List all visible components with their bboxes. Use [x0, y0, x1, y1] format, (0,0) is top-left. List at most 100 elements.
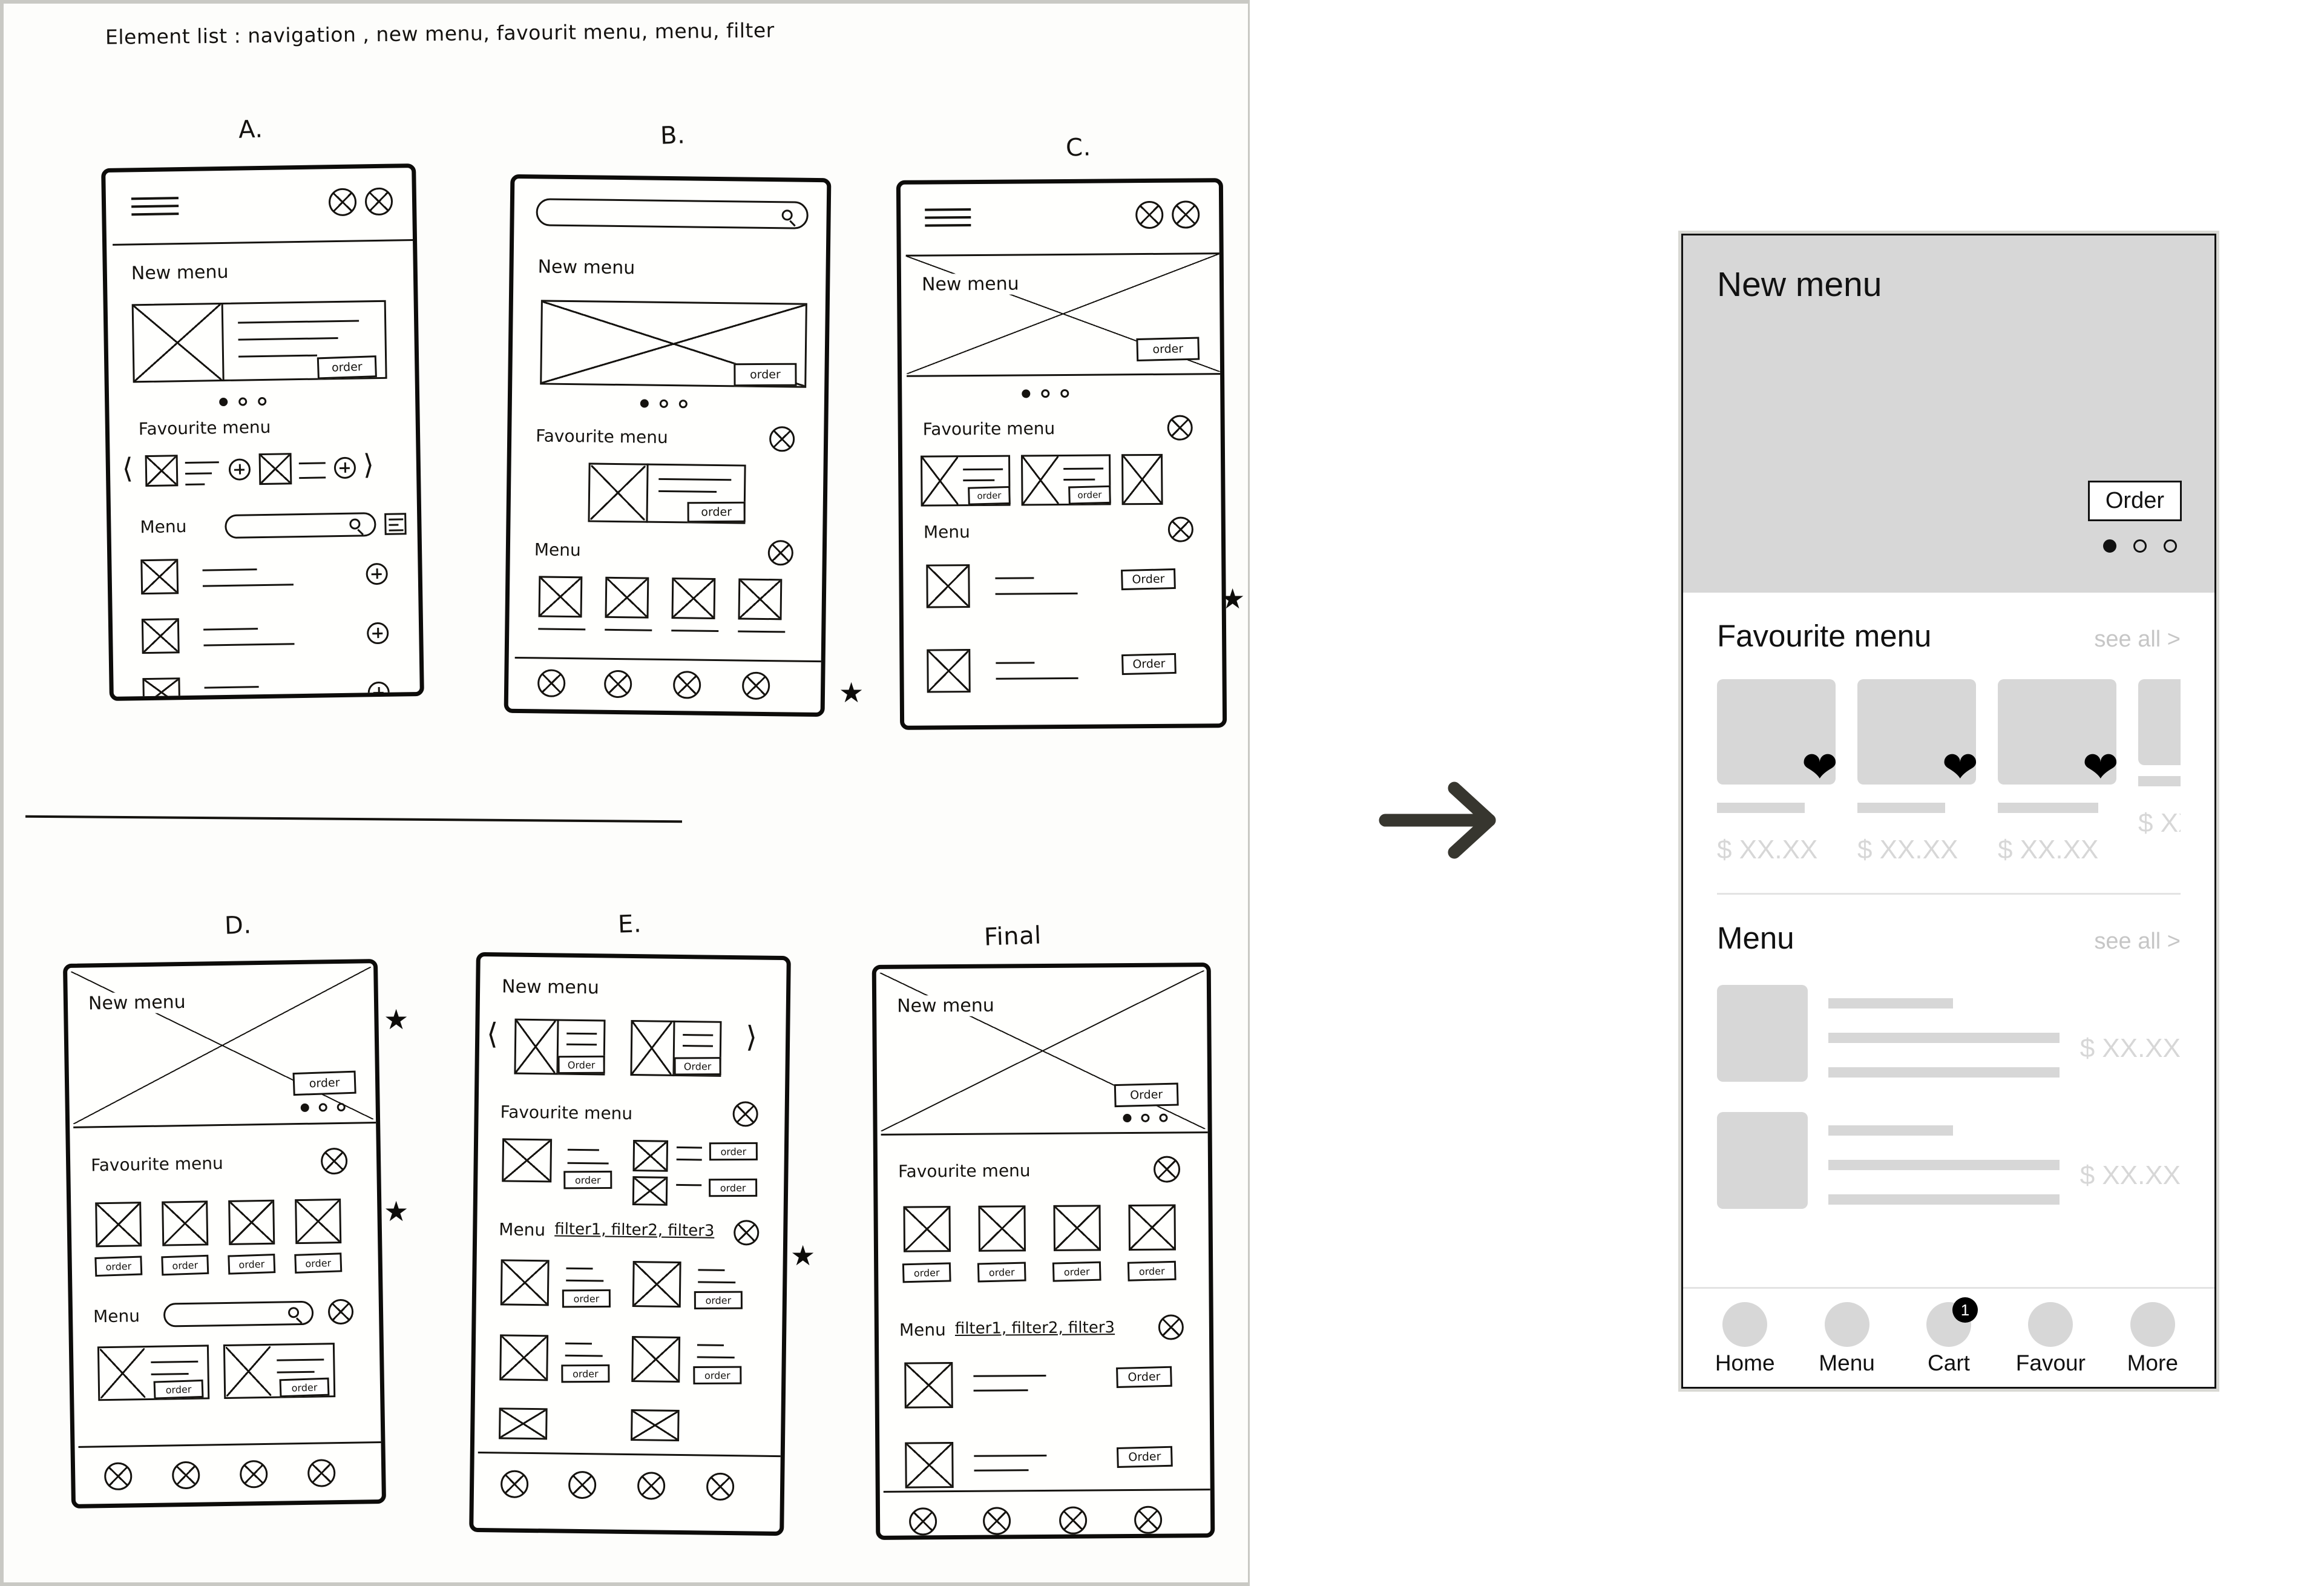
- nav-icon[interactable]: [908, 1507, 937, 1536]
- order-button[interactable]: order: [153, 1379, 204, 1400]
- order-button[interactable]: order: [294, 1252, 343, 1274]
- filter-icon[interactable]: [327, 1298, 354, 1325]
- nav-icon[interactable]: [1059, 1506, 1088, 1535]
- nav-item-more[interactable]: More: [2110, 1302, 2195, 1376]
- order-button[interactable]: Order: [1121, 653, 1177, 676]
- carousel-dot[interactable]: [678, 400, 688, 409]
- nav-icon[interactable]: [672, 671, 701, 699]
- menu-row[interactable]: $ XX.XX: [1717, 985, 2181, 1082]
- heart-icon[interactable]: ❤: [2083, 746, 2119, 789]
- order-button[interactable]: order: [693, 1366, 742, 1384]
- favourite-card[interactable]: ❤ $ XX.XX: [1857, 679, 1978, 865]
- order-button[interactable]: order: [561, 1364, 610, 1383]
- see-all-icon[interactable]: [320, 1147, 348, 1175]
- carousel-dot[interactable]: [219, 397, 228, 407]
- nav-icon[interactable]: [637, 1472, 666, 1500]
- filter-icon[interactable]: [733, 1220, 760, 1246]
- menu-see-all-link[interactable]: see all >: [2094, 929, 2181, 955]
- nav-icon[interactable]: [603, 670, 632, 699]
- carousel-dot[interactable]: [1022, 389, 1031, 398]
- filter-icon[interactable]: [767, 540, 794, 566]
- carousel-dot[interactable]: [659, 399, 668, 409]
- order-button[interactable]: order: [94, 1255, 143, 1277]
- heart-icon[interactable]: ❤: [1942, 746, 1978, 789]
- nav-icon[interactable]: [741, 671, 770, 700]
- add-icon[interactable]: [228, 458, 251, 481]
- carousel-dot[interactable]: [1159, 1113, 1168, 1122]
- nav-item-cart[interactable]: 1 Cart: [1906, 1297, 1991, 1376]
- nav-icon[interactable]: [307, 1459, 336, 1487]
- search-input[interactable]: [536, 198, 809, 229]
- favourite-card[interactable]: $ XX.: [2138, 679, 2181, 865]
- nav-item-home[interactable]: Home: [1702, 1302, 1787, 1376]
- carousel-dot[interactable]: [238, 397, 248, 406]
- nav-icon[interactable]: [568, 1470, 597, 1499]
- hero-order-button[interactable]: Order: [2087, 481, 2182, 521]
- carousel-dot-3[interactable]: [2164, 539, 2177, 553]
- carousel-next-icon[interactable]: ⟩: [363, 448, 374, 481]
- carousel-prev-icon[interactable]: ⟨: [122, 452, 133, 484]
- order-button[interactable]: order: [562, 1289, 611, 1308]
- see-all-icon[interactable]: [769, 426, 795, 452]
- add-icon[interactable]: [333, 456, 356, 479]
- order-button[interactable]: Order: [1114, 1082, 1179, 1108]
- add-icon[interactable]: [366, 622, 389, 645]
- order-button[interactable]: order: [1136, 337, 1200, 362]
- order-button[interactable]: order: [563, 1170, 612, 1190]
- carousel-dot-2[interactable]: [2133, 539, 2147, 553]
- nav-icon[interactable]: [706, 1472, 735, 1501]
- filter-labels[interactable]: filter1, filter2, filter3: [554, 1220, 714, 1240]
- nav-icon[interactable]: [171, 1461, 200, 1490]
- favourite-card[interactable]: ❤ $ XX.XX: [1998, 679, 2119, 865]
- see-all-icon[interactable]: [1153, 1156, 1181, 1183]
- order-button[interactable]: Order: [1121, 568, 1176, 591]
- heart-icon[interactable]: ❤: [1802, 746, 1838, 789]
- order-button[interactable]: order: [292, 1070, 356, 1096]
- order-button[interactable]: order: [968, 485, 1011, 505]
- filter-icon[interactable]: [1167, 516, 1194, 542]
- carousel-dot[interactable]: [258, 396, 267, 406]
- order-button[interactable]: order: [1052, 1261, 1101, 1282]
- carousel-dot[interactable]: [1060, 389, 1069, 398]
- nav-item-favour[interactable]: Favour: [2008, 1302, 2093, 1376]
- order-button[interactable]: order: [228, 1254, 276, 1275]
- order-button[interactable]: order: [161, 1254, 209, 1276]
- carousel-dot-1[interactable]: [2103, 539, 2116, 553]
- order-button[interactable]: order: [694, 1291, 743, 1309]
- order-button[interactable]: Order: [1116, 1446, 1173, 1468]
- filter-labels[interactable]: filter1, filter2, filter3: [955, 1318, 1115, 1338]
- order-button[interactable]: order: [687, 501, 746, 523]
- carousel-dot[interactable]: [1141, 1113, 1150, 1122]
- carousel-dot[interactable]: [1123, 1113, 1132, 1123]
- add-icon[interactable]: [366, 562, 388, 585]
- order-button[interactable]: Order: [674, 1057, 721, 1076]
- carousel-prev-icon[interactable]: ⟨: [487, 1017, 498, 1051]
- filter-icon[interactable]: [1158, 1314, 1184, 1340]
- order-button[interactable]: Order: [1121, 726, 1177, 730]
- menu-row[interactable]: $ XX.XX: [1717, 1112, 2181, 1209]
- nav-icon[interactable]: [982, 1507, 1011, 1535]
- nav-icon[interactable]: [500, 1470, 529, 1498]
- nav-icon[interactable]: [239, 1459, 268, 1489]
- favourite-card-row[interactable]: ❤ $ XX.XX ❤ $ XX.XX ❤ $ XX.XX $ XX.: [1717, 679, 2181, 865]
- nav-icon[interactable]: [537, 669, 566, 697]
- order-button[interactable]: order: [734, 363, 797, 387]
- favourite-card[interactable]: ❤ $ XX.XX: [1717, 679, 1838, 865]
- carousel-dot[interactable]: [1041, 389, 1050, 398]
- order-button[interactable]: Order: [1116, 1366, 1172, 1388]
- nav-icon[interactable]: [103, 1462, 133, 1491]
- add-icon[interactable]: [367, 681, 390, 702]
- order-button[interactable]: Order: [557, 1055, 605, 1074]
- order-button[interactable]: order: [709, 1178, 758, 1197]
- order-button[interactable]: order: [1068, 485, 1111, 505]
- see-all-icon[interactable]: [732, 1101, 758, 1127]
- order-button[interactable]: order: [317, 355, 377, 380]
- nav-item-menu[interactable]: Menu: [1805, 1302, 1889, 1376]
- carousel-next-icon[interactable]: ⟩: [746, 1020, 757, 1054]
- see-all-icon[interactable]: [1167, 415, 1193, 441]
- filter-icon[interactable]: [384, 513, 407, 535]
- order-button[interactable]: order: [1127, 1260, 1177, 1282]
- carousel-dot[interactable]: [640, 399, 649, 408]
- order-button[interactable]: order: [279, 1377, 330, 1398]
- favourite-see-all-link[interactable]: see all >: [2094, 627, 2181, 653]
